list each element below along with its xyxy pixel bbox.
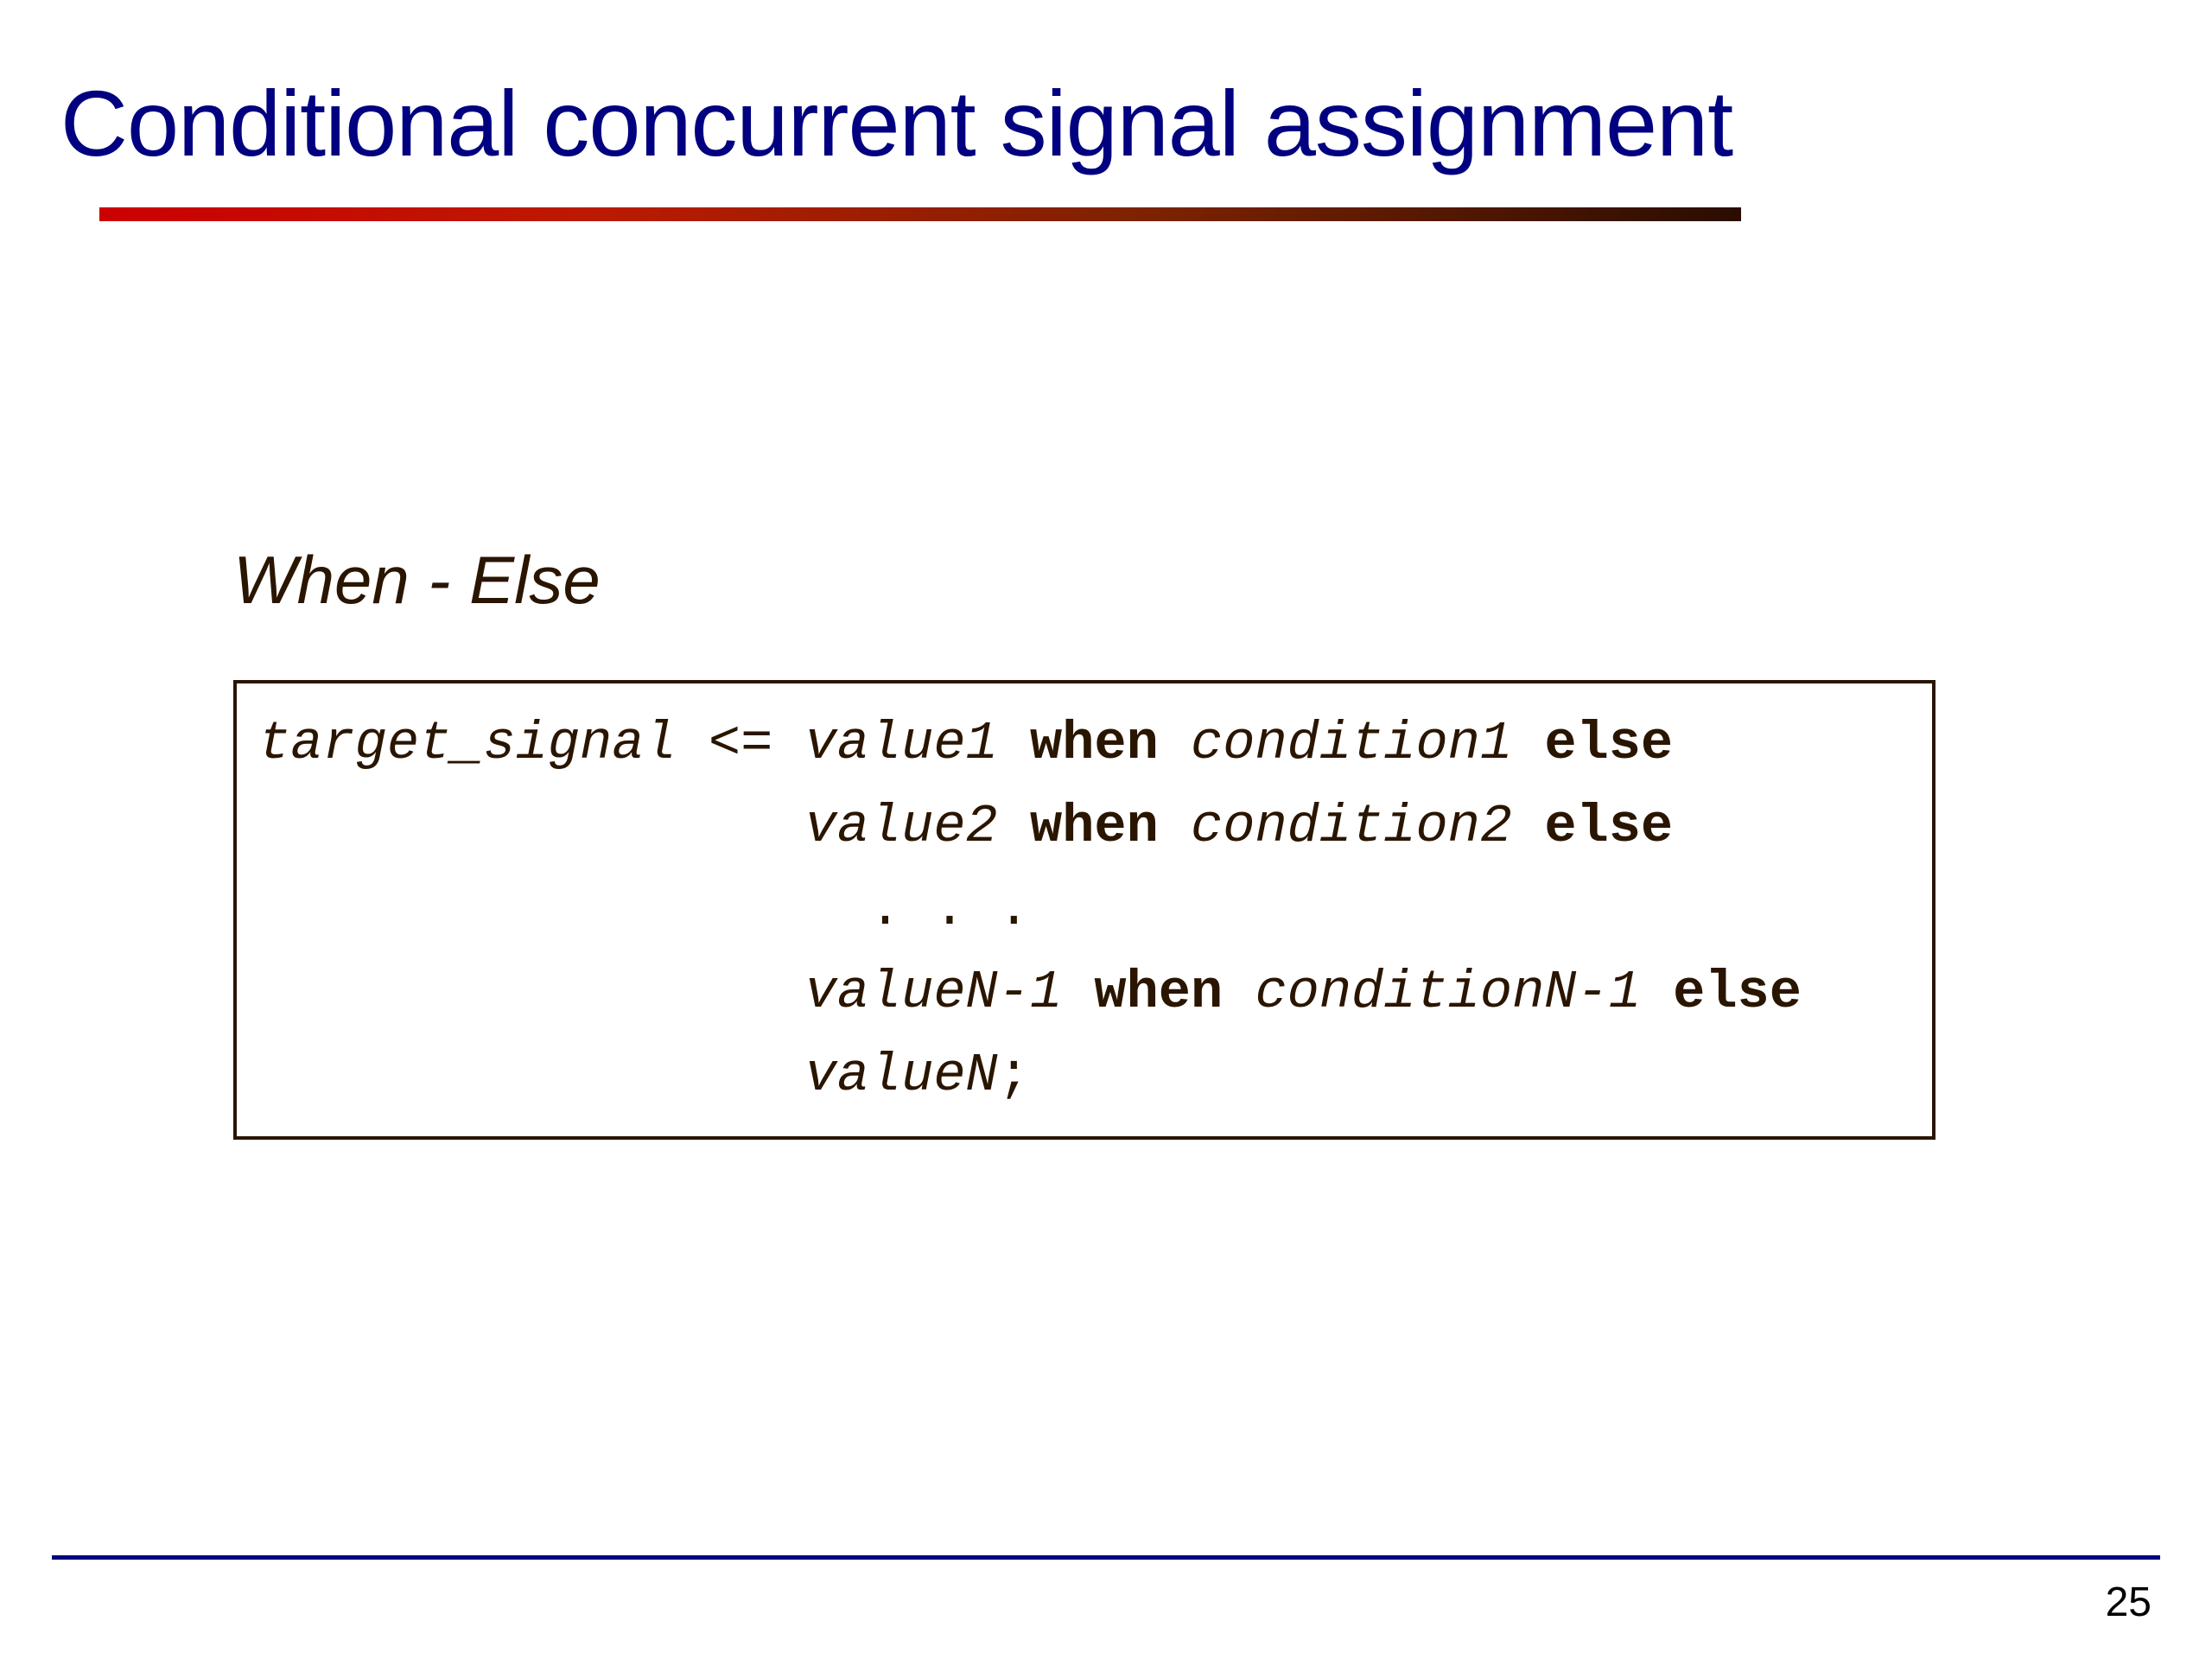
- red-divider: [99, 207, 1741, 221]
- code-line: target_signal <= value1 when condition1 …: [258, 702, 1910, 785]
- code-line: value2 when condition2 else: [258, 785, 1910, 868]
- code-line: valueN-1 when conditionN-1 else: [258, 951, 1910, 1034]
- blue-divider: [52, 1555, 2160, 1560]
- code-box: target_signal <= value1 when condition1 …: [233, 680, 1936, 1140]
- content-area: When - Else target_signal <= value1 when…: [52, 541, 2160, 1140]
- page-number: 25: [2106, 1579, 2152, 1626]
- code-line: . . .: [258, 868, 1910, 951]
- slide-title: Conditional concurrent signal assignment: [52, 69, 2160, 177]
- slide-subtitle: When - Else: [233, 541, 2160, 620]
- slide-container: Conditional concurrent signal assignment…: [0, 0, 2212, 1659]
- code-line: valueN;: [258, 1034, 1910, 1117]
